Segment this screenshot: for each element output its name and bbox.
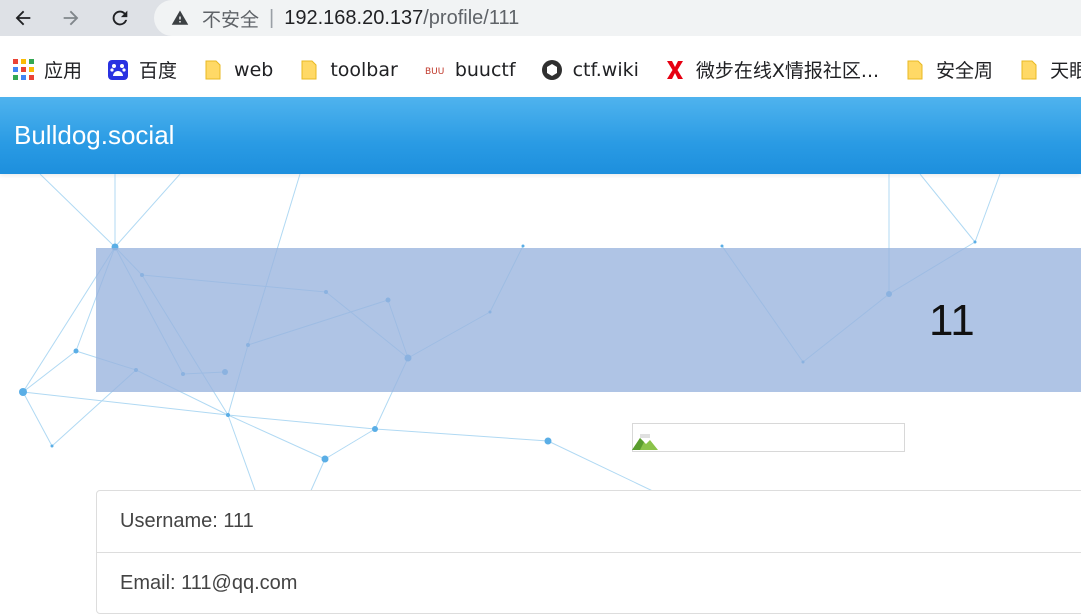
bookmark-threatbook[interactable]: 微步在线X情报社区...: [664, 56, 879, 83]
bookmark-label: 天眼: [1050, 60, 1081, 82]
reload-icon: [112, 10, 128, 26]
bookmark-label: 百度: [139, 60, 178, 82]
folder-icon: [202, 59, 224, 81]
bookmark-label: buuctf: [454, 58, 516, 81]
not-secure-label[interactable]: 不安全: [202, 5, 259, 32]
site-navbar: Bulldog.social: [0, 97, 1081, 174]
username-row: Username: 111: [120, 510, 254, 532]
site-brand-link[interactable]: Bulldog.social: [14, 120, 174, 151]
url-path: /profile/111: [423, 6, 520, 29]
bookmark-folder-toolbar[interactable]: toolbar: [298, 59, 398, 81]
bookmark-ctf-wiki[interactable]: ctf.wiki: [541, 59, 639, 81]
back-button[interactable]: [7, 3, 39, 33]
bookmark-label: 微步在线X情报社区...: [695, 60, 880, 82]
bookmark-label: ctf.wiki: [572, 58, 639, 81]
bookmark-apps[interactable]: 应用: [12, 56, 82, 83]
warning-triangle-icon: [170, 8, 190, 28]
forward-button[interactable]: [55, 3, 87, 33]
folder-icon: [904, 59, 926, 81]
bookmark-baidu[interactable]: 百度: [107, 56, 177, 83]
bookmark-buuctf[interactable]: BUU buuctf: [423, 59, 516, 81]
folder-icon: [298, 59, 320, 81]
threatbook-x-icon: [664, 59, 686, 81]
apps-grid-icon: [12, 59, 34, 81]
url-host: 192.168.20.137: [284, 6, 424, 29]
profile-banner-name: 11: [929, 296, 975, 345]
folder-icon: [1018, 59, 1040, 81]
bookmark-folder-anquanzhou[interactable]: 安全周: [904, 56, 993, 83]
avatar-mask: [660, 424, 682, 451]
broken-image-icon: [632, 434, 658, 450]
bookmark-label: 安全周: [936, 60, 994, 82]
back-arrow-icon: [15, 10, 31, 26]
ctf-wiki-icon: [541, 59, 563, 81]
address-separator: |: [269, 6, 275, 29]
buuctf-icon: BUU: [423, 59, 445, 81]
reload-button[interactable]: [104, 3, 136, 33]
address-bar[interactable]: 不安全 | 192.168.20.137 /profile/111: [154, 0, 1081, 36]
baidu-icon: [107, 59, 129, 81]
bookmark-label: 应用: [44, 60, 83, 82]
svg-text:BUU: BUU: [425, 67, 444, 77]
bookmark-folder-web[interactable]: web: [202, 59, 273, 81]
bookmark-label: web: [234, 58, 274, 81]
bookmarks-bar: 应用 百度 web toolbar BUU buuctf ctf.wiki 微步…: [0, 42, 1081, 98]
email-row: Email: 111@qq.com: [97, 552, 1081, 613]
bookmark-folder-tianyan[interactable]: 天眼: [1018, 56, 1081, 83]
bookmark-label: toolbar: [330, 58, 398, 81]
forward-arrow-icon: [63, 10, 79, 26]
profile-info-card: Username: 111 Email: 111@qq.com: [96, 490, 1081, 614]
browser-toolbar: 不安全 | 192.168.20.137 /profile/111: [0, 0, 1081, 36]
